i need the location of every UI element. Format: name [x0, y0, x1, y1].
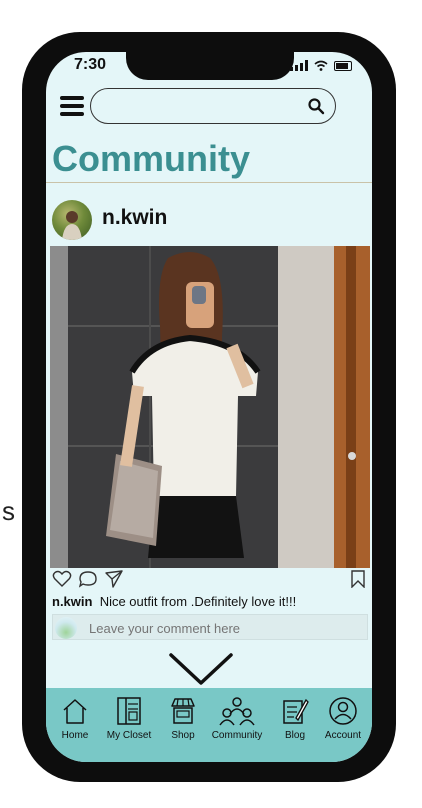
nav-label-home: Home	[61, 730, 89, 741]
nav-community[interactable]: Community	[210, 696, 264, 741]
search-input[interactable]	[105, 95, 309, 119]
comment-box[interactable]	[52, 614, 368, 640]
nav-home[interactable]: Home	[48, 696, 102, 741]
signal-icon	[290, 60, 308, 71]
comment-icon[interactable]	[78, 570, 98, 588]
hamburger-menu-icon[interactable]	[60, 96, 84, 118]
search-icon[interactable]	[307, 97, 325, 115]
nav-account[interactable]: Account	[316, 696, 370, 741]
page-title: Community	[52, 138, 250, 179]
post-photo[interactable]	[50, 246, 370, 568]
user-avatar[interactable]	[52, 200, 92, 240]
stray-letter: s	[2, 496, 15, 526]
nav-blog[interactable]: Blog	[268, 696, 322, 741]
comment-input[interactable]	[87, 618, 361, 638]
chevron-down-icon[interactable]	[168, 652, 234, 688]
commenter-avatar	[55, 617, 77, 639]
shop-icon	[171, 698, 195, 724]
nav-label-community: Community	[211, 730, 263, 741]
closet-icon	[117, 697, 141, 725]
bottom-nav: Home My Closet Shop Community Blog Accou…	[46, 688, 372, 762]
account-icon	[329, 697, 357, 725]
community-icon	[219, 697, 255, 726]
app-screen: 7:30 Community n.kwin n.kwin Nice outfit…	[46, 52, 372, 762]
blog-icon	[283, 698, 309, 724]
heart-icon[interactable]	[52, 570, 72, 588]
title-divider	[46, 182, 372, 183]
nav-label-my-closet: My Closet	[106, 730, 152, 741]
nav-label-account: Account	[324, 730, 362, 741]
wifi-icon	[314, 60, 328, 71]
post-caption: n.kwin Nice outfit from .Definitely love…	[52, 594, 296, 609]
search-bar[interactable]	[90, 88, 336, 124]
caption-username[interactable]: n.kwin	[52, 594, 92, 609]
nav-label-shop: Shop	[171, 730, 195, 741]
share-icon[interactable]	[104, 570, 124, 588]
phone-frame: 7:30 Community n.kwin n.kwin Nice outfit…	[22, 32, 396, 782]
bookmark-icon[interactable]	[350, 570, 366, 588]
notch	[126, 52, 294, 80]
nav-label-blog: Blog	[284, 730, 305, 741]
nav-my-closet[interactable]: My Closet	[102, 696, 156, 741]
post-username[interactable]: n.kwin	[102, 206, 167, 230]
status-time: 7:30	[74, 56, 107, 73]
post-actions	[52, 568, 368, 590]
battery-icon	[334, 60, 352, 71]
nav-shop[interactable]: Shop	[156, 696, 210, 741]
caption-text: Nice outfit from .Definitely love it!!!	[99, 594, 297, 609]
status-icons	[290, 60, 352, 71]
home-icon	[63, 699, 87, 724]
